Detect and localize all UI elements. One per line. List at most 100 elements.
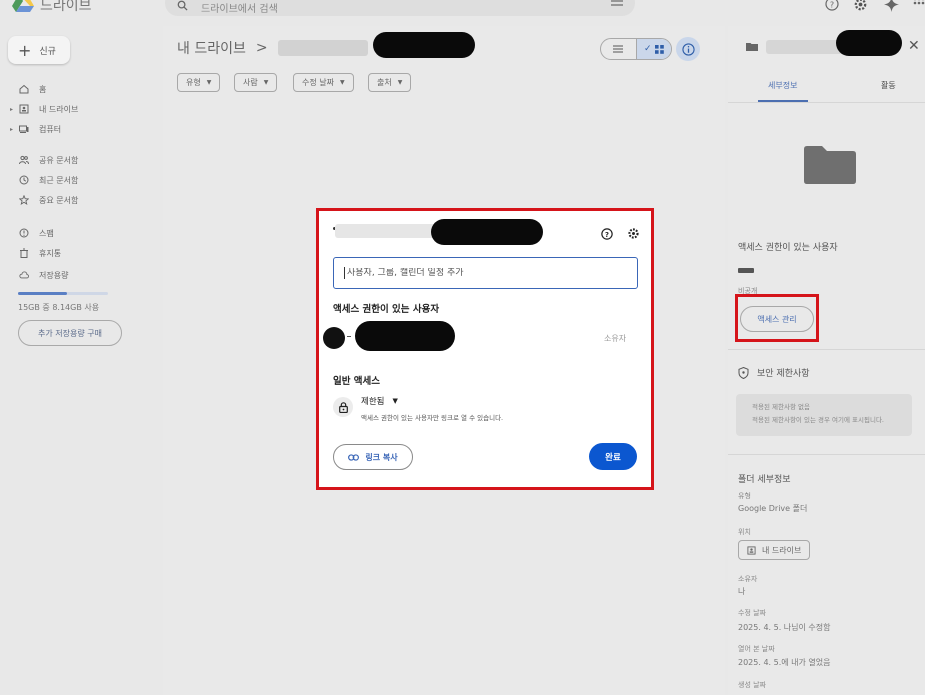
created-label: 생성 날짜 — [738, 681, 766, 689]
clock-icon — [19, 175, 29, 185]
sidebar-item-label: 홈 — [39, 84, 47, 94]
tab-details[interactable]: 세부정보 — [768, 80, 797, 91]
help-icon[interactable]: ? — [825, 0, 839, 11]
checkmark-icon: ✓ — [643, 44, 652, 54]
breadcrumb-root[interactable]: 내 드라이브 — [177, 38, 246, 58]
redaction-mark — [373, 32, 475, 58]
security-heading: 보안 제한사항 — [757, 369, 810, 379]
user-avatar-chip — [738, 268, 754, 273]
avatar-dash — [347, 336, 351, 337]
avatar — [323, 327, 345, 349]
security-line-2: 적용된 제한사항이 있는 경우 여기에 표시됩니다. — [752, 416, 884, 424]
storage-usage-text: 15GB 중 8.14GB 사용 — [18, 303, 100, 312]
highlight-box — [735, 294, 819, 342]
dropdown-arrow-icon: ▼ — [263, 79, 269, 86]
tab-activity[interactable]: 활동 — [881, 80, 896, 91]
help-icon[interactable]: ? — [601, 228, 613, 240]
sidebar-item-my-drive[interactable]: ▸ 내 드라이브 — [0, 100, 160, 118]
security-restrictions-row: 보안 제한사항 — [738, 366, 810, 379]
location-value: 내 드라이브 — [762, 545, 802, 555]
buy-storage-button[interactable]: 추가 저장용량 구매 — [18, 320, 122, 346]
sidebar-item-storage[interactable]: 저장용량 — [0, 266, 160, 284]
shield-lock-icon — [738, 366, 749, 379]
lock-icon — [338, 401, 348, 413]
redaction-mark — [836, 30, 902, 56]
sidebar-item-recent[interactable]: 최근 문서함 — [0, 171, 160, 189]
filter-chip-label: 출처 — [377, 78, 392, 87]
people-with-access-heading: 액세스 권한이 있는 사용자 — [333, 304, 440, 315]
view-toggle[interactable]: ✓ — [600, 38, 672, 60]
filter-chip-label: 유형 — [186, 78, 201, 87]
details-info-button[interactable] — [676, 37, 700, 61]
search-icon — [177, 0, 188, 11]
spam-icon — [19, 228, 29, 238]
gemini-sparkle-icon[interactable] — [884, 0, 899, 12]
add-people-text-field[interactable] — [347, 268, 617, 278]
sidebar-item-trash[interactable]: 휴지통 — [0, 244, 160, 262]
breadcrumb: 내 드라이브 > — [177, 38, 368, 58]
new-button[interactable]: + 신규 — [8, 36, 70, 64]
general-access-icon-wrap — [333, 397, 353, 417]
list-view-button[interactable] — [601, 39, 636, 59]
sidebar-item-label: 중요 문서함 — [39, 195, 79, 205]
access-heading: 액세스 권한이 있는 사용자 — [738, 243, 838, 253]
expand-caret-icon[interactable]: ▸ — [10, 126, 13, 133]
grid-view-icon — [654, 44, 664, 54]
search-options-icon[interactable] — [611, 0, 623, 8]
search-placeholder: 드라이브에서 검색 — [201, 4, 278, 15]
my-drive-icon — [19, 104, 29, 114]
breadcrumb-current-folder[interactable] — [277, 40, 368, 56]
sidebar: + 신규 홈 ▸ 내 드라이브 ▸ 컴퓨터 공유 문서함 최근 문서함 중요 문… — [0, 20, 160, 695]
close-icon[interactable]: ✕ — [908, 38, 920, 54]
filter-source-chip[interactable]: 출처 ▼ — [368, 73, 412, 92]
info-icon — [681, 42, 695, 56]
settings-gear-icon[interactable] — [853, 0, 868, 12]
expand-caret-icon[interactable]: ▸ — [10, 106, 13, 113]
security-line-1: 적용된 제한사항 없음 — [752, 403, 810, 411]
grid-view-button[interactable]: ✓ — [635, 39, 671, 59]
folder-details-heading: 폴더 세부정보 — [738, 475, 791, 485]
folder-icon — [746, 43, 758, 51]
folder-preview-icon — [804, 146, 856, 184]
shared-icon — [19, 155, 29, 165]
general-access-dropdown[interactable]: 제한됨 ▼ — [361, 395, 398, 407]
filter-type-chip[interactable]: 유형 ▼ — [177, 73, 221, 92]
copy-link-label: 링크 복사 — [365, 452, 398, 462]
my-drive-icon — [747, 545, 756, 555]
opened-label: 열어 본 날짜 — [738, 645, 775, 653]
text-cursor — [344, 267, 345, 279]
apps-grid-icon[interactable] — [913, 0, 925, 9]
redaction-mark — [431, 219, 543, 245]
sidebar-item-computers[interactable]: ▸ 컴퓨터 — [0, 120, 160, 138]
dropdown-arrow-icon: ▼ — [392, 397, 398, 405]
link-icon — [348, 453, 360, 461]
copy-link-button[interactable]: 링크 복사 — [333, 444, 413, 470]
add-people-input[interactable] — [333, 257, 638, 289]
dialog-title — [335, 224, 435, 238]
modified-label: 수정 날짜 — [738, 609, 766, 617]
sidebar-item-label: 내 드라이브 — [39, 104, 79, 114]
done-button[interactable]: 완료 — [589, 443, 637, 470]
owner-role-label: 소유자 — [604, 334, 627, 343]
access-description: 액세스 권한이 있는 사용자만 링크로 열 수 있습니다. — [361, 414, 504, 422]
sidebar-item-spam[interactable]: 스팸 — [0, 224, 160, 242]
modified-value: 2025. 4. 5. 나님이 수정함 — [738, 623, 831, 632]
location-chip[interactable]: 내 드라이브 — [738, 540, 811, 560]
sidebar-item-home[interactable]: 홈 — [0, 80, 160, 98]
settings-gear-icon[interactable] — [627, 227, 640, 240]
cloud-icon — [19, 271, 29, 279]
search-bar[interactable]: 드라이브에서 검색 — [165, 0, 635, 16]
sidebar-item-label: 컴퓨터 — [39, 124, 62, 134]
details-folder-name — [766, 40, 846, 54]
owner-value: 나 — [738, 587, 746, 596]
sidebar-item-shared[interactable]: 공유 문서함 — [0, 151, 160, 169]
owner-label: 소유자 — [738, 575, 758, 583]
list-view-icon — [613, 45, 624, 53]
filter-people-chip[interactable]: 사람 ▼ — [234, 73, 278, 92]
filter-modified-chip[interactable]: 수정 날짜 ▼ — [293, 73, 354, 92]
sidebar-item-starred[interactable]: 중요 문서함 — [0, 191, 160, 209]
svg-text:?: ? — [830, 1, 834, 10]
opened-value: 2025. 4. 5.에 내가 열었음 — [738, 658, 831, 667]
sidebar-item-label: 휴지통 — [39, 248, 62, 258]
drive-logo-icon[interactable] — [12, 0, 34, 12]
